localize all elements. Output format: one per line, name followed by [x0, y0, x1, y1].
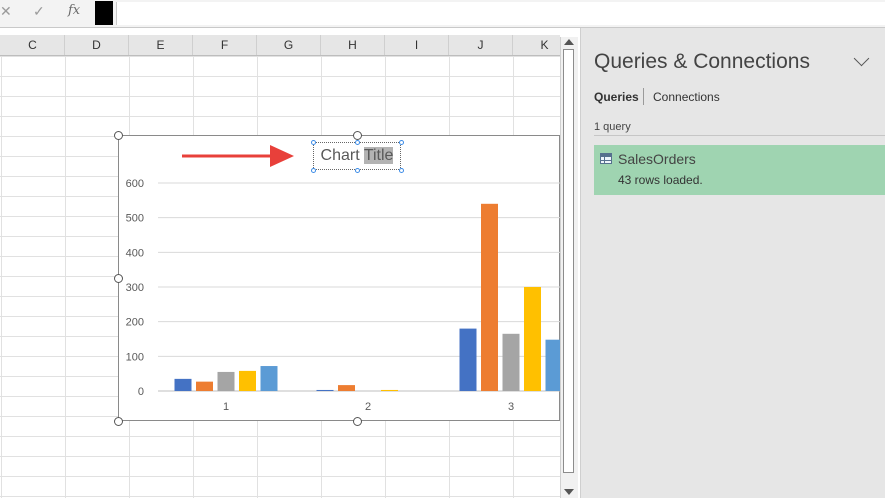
bar: [217, 371, 235, 391]
title-resize-handle[interactable]: [398, 139, 404, 145]
column-header-j[interactable]: J: [449, 35, 513, 55]
y-tick-label: 0: [138, 386, 144, 398]
formula-bar-divider: [95, 1, 113, 25]
bar: [239, 370, 256, 391]
bar: [338, 385, 355, 391]
bar: [260, 366, 278, 391]
column-header-h[interactable]: H: [321, 35, 385, 55]
y-tick-label: 300: [126, 282, 144, 294]
chart-title-selected-text: Title: [363, 147, 394, 164]
bar: [196, 381, 213, 391]
bar-chart: 0 100 200 300 400 500 600 1 2 3: [126, 145, 560, 413]
chart-resize-handle[interactable]: [352, 130, 362, 140]
column-headers: CDEFGHIJK: [0, 35, 560, 56]
chart-resize-handle[interactable]: [113, 130, 123, 140]
y-tick-label: 400: [126, 247, 144, 259]
x-tick-label: 2: [365, 401, 371, 413]
tab-divider: [643, 88, 644, 105]
scroll-up-icon[interactable]: [564, 39, 574, 45]
chart-title-part1: Chart: [320, 147, 364, 164]
chevron-down-icon[interactable]: [853, 50, 870, 67]
chart-resize-handle[interactable]: [352, 416, 362, 426]
column-header-f[interactable]: F: [193, 35, 257, 55]
query-name: SalesOrders: [618, 151, 696, 167]
scrollbar-thumb[interactable]: [563, 49, 574, 473]
query-status: 43 rows loaded.: [618, 173, 703, 187]
enter-icon[interactable]: ✓: [33, 3, 45, 20]
x-tick-label: 1: [223, 401, 229, 413]
table-icon: [600, 153, 612, 164]
y-tick-label: 200: [126, 317, 144, 329]
queries-connections-pane: Queries & Connections Queries Connection…: [580, 28, 885, 498]
insert-function-icon[interactable]: fx: [68, 3, 80, 18]
chart-resize-handle[interactable]: [113, 273, 123, 283]
tab-queries[interactable]: Queries: [594, 90, 639, 104]
column-header-e[interactable]: E: [129, 35, 193, 55]
y-tick-label: 600: [126, 178, 144, 190]
bar: [502, 333, 520, 391]
bar: [381, 389, 398, 391]
vertical-scrollbar[interactable]: [560, 37, 578, 498]
scroll-down-icon[interactable]: [564, 489, 574, 495]
title-resize-handle[interactable]: [310, 139, 316, 145]
bar: [545, 339, 560, 391]
y-tick-label: 500: [126, 213, 144, 225]
annotation-arrow-head: [270, 145, 294, 167]
column-header-g[interactable]: G: [257, 35, 321, 55]
title-resize-handle[interactable]: [354, 167, 360, 173]
tab-connections[interactable]: Connections: [653, 90, 720, 104]
x-tick-label: 3: [508, 401, 514, 413]
bar: [524, 287, 541, 391]
chart-resize-handle[interactable]: [113, 416, 123, 426]
query-item[interactable]: SalesOrders 43 rows loaded.: [594, 145, 885, 195]
query-count: 1 query: [594, 121, 631, 133]
column-header-c[interactable]: C: [1, 35, 65, 55]
title-resize-handle[interactable]: [354, 139, 360, 145]
column-header-i[interactable]: I: [385, 35, 449, 55]
bar: [174, 378, 192, 391]
bar: [316, 389, 334, 391]
title-resize-handle[interactable]: [398, 167, 404, 173]
column-header-d[interactable]: D: [65, 35, 129, 55]
y-tick-label: 100: [126, 351, 144, 363]
formula-bar: ✕ ✓ fx: [0, 0, 885, 28]
divider: [594, 135, 885, 136]
formula-input[interactable]: [116, 2, 885, 25]
column-header-k[interactable]: K: [513, 35, 560, 55]
cancel-icon[interactable]: ✕: [0, 3, 12, 20]
title-resize-handle[interactable]: [310, 167, 316, 173]
pane-title: Queries & Connections: [594, 50, 810, 73]
chart-title-box[interactable]: Chart Title: [313, 142, 401, 170]
bar: [481, 203, 498, 391]
chart-title[interactable]: Chart Title: [321, 147, 394, 164]
bar: [459, 328, 477, 391]
